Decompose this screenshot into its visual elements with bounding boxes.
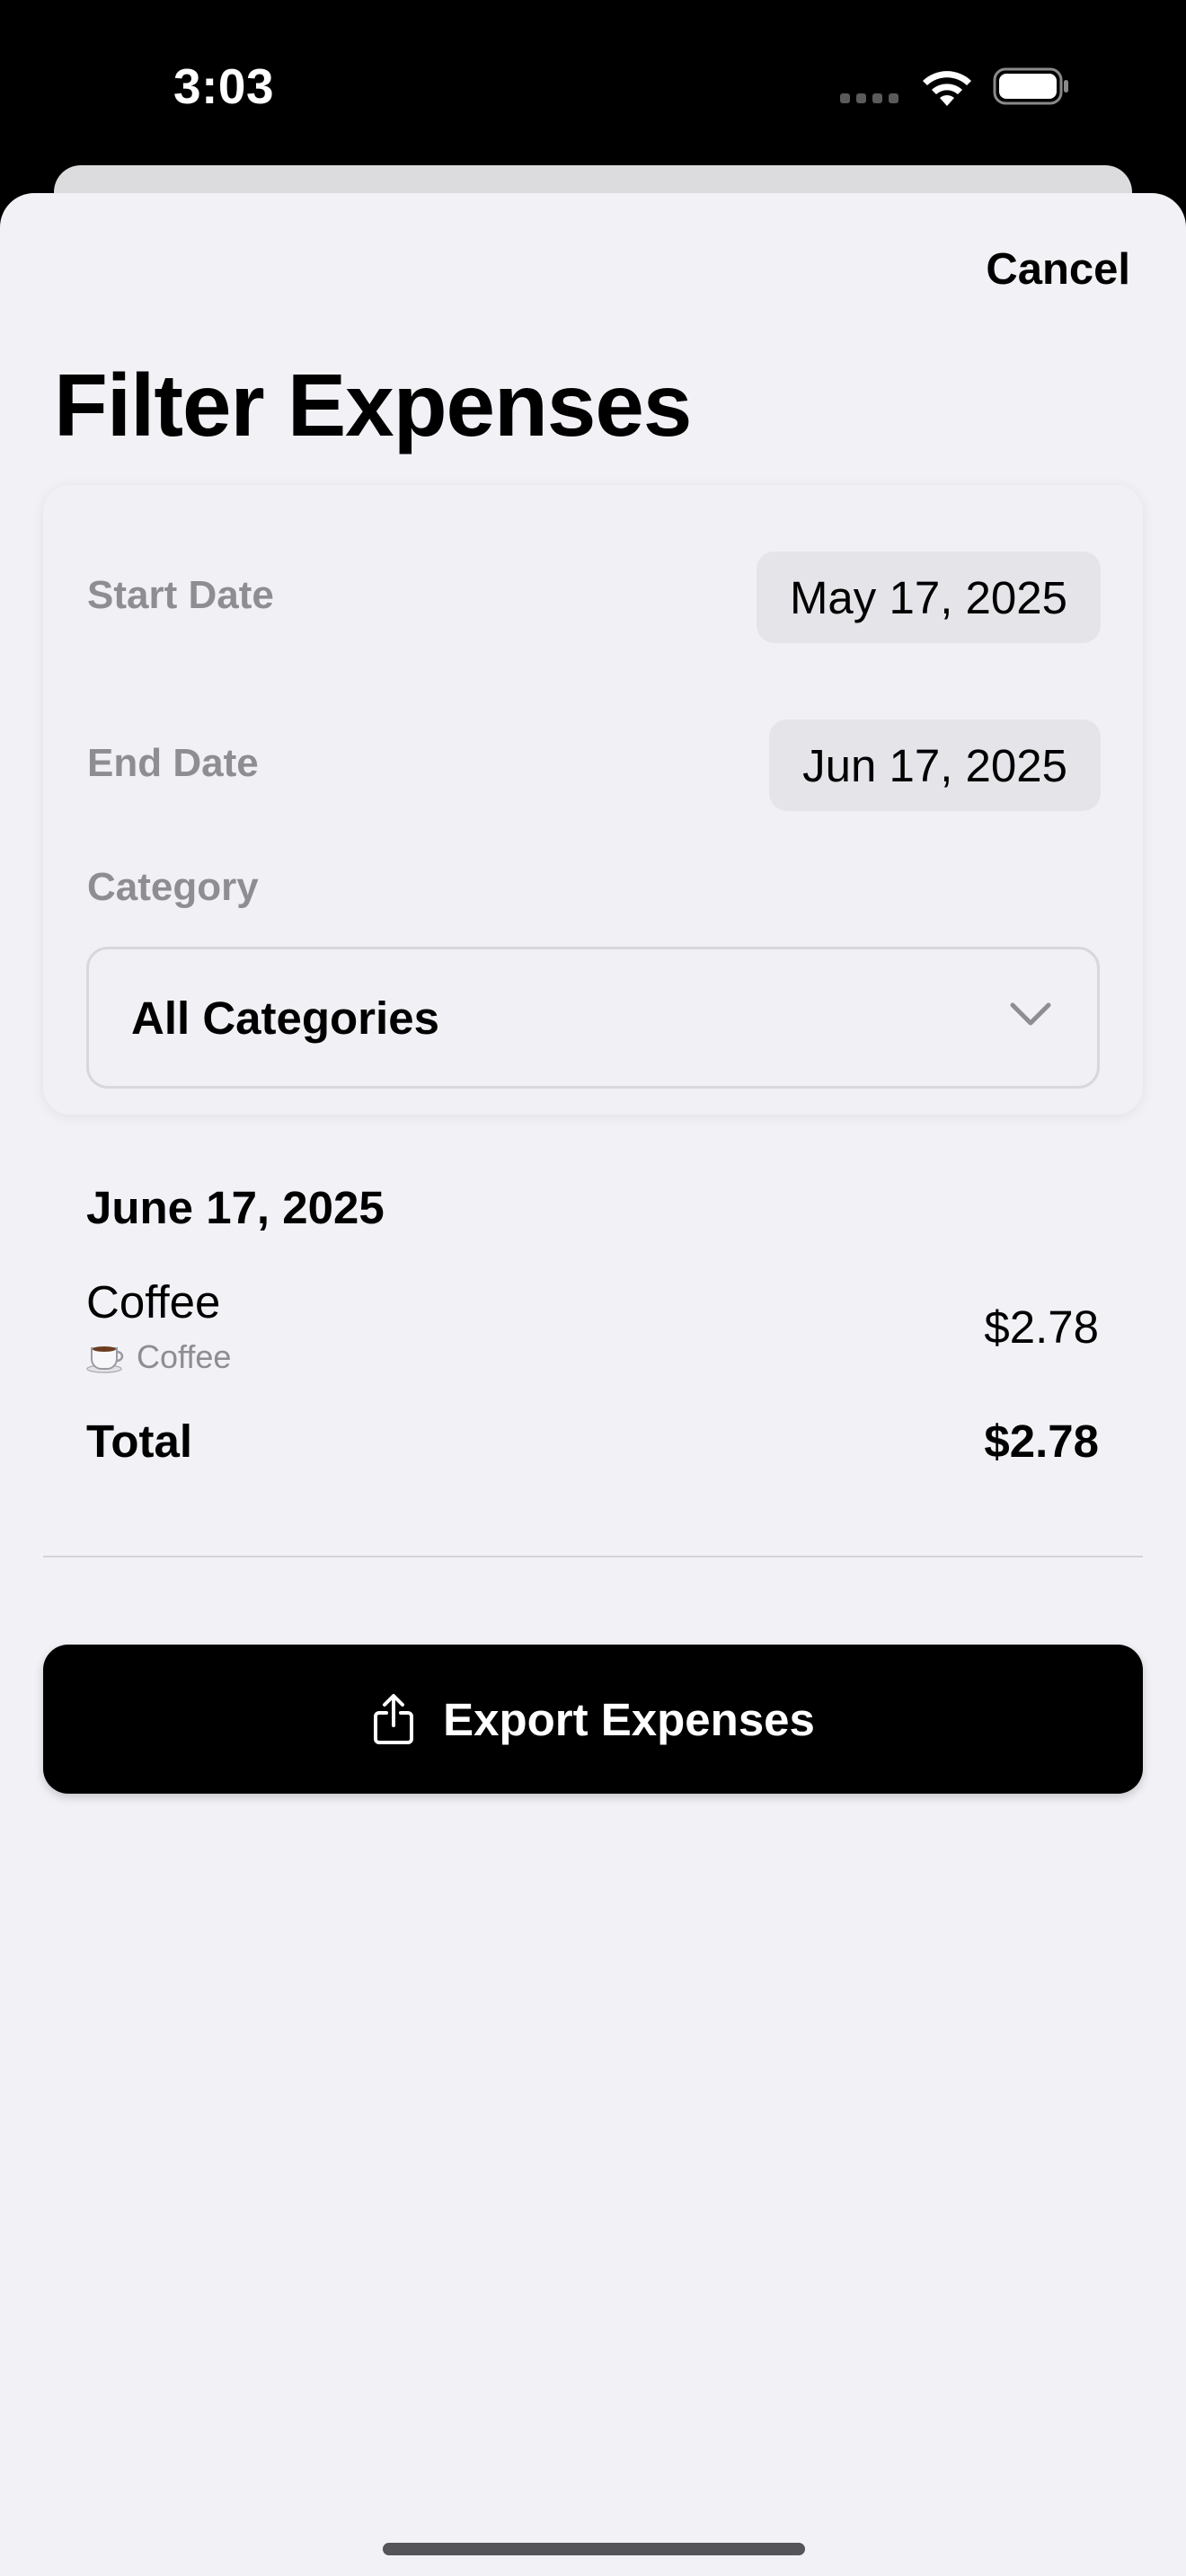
end-date-label: End Date bbox=[87, 741, 259, 785]
expense-amount: $2.78 bbox=[984, 1301, 1099, 1353]
battery-icon bbox=[993, 67, 1068, 105]
filter-expenses-sheet: Cancel Filter Expenses Start Date May 17… bbox=[0, 193, 1186, 2576]
expense-category-label: Coffee bbox=[137, 1338, 232, 1375]
page-title: Filter Expenses bbox=[54, 356, 692, 454]
divider bbox=[43, 1556, 1143, 1557]
total-value: $2.78 bbox=[984, 1416, 1099, 1467]
status-bar: 3:03 bbox=[0, 0, 1186, 171]
end-date-picker[interactable]: Jun 17, 2025 bbox=[769, 719, 1101, 811]
start-date-picker[interactable]: May 17, 2025 bbox=[756, 551, 1101, 643]
expense-name: Coffee bbox=[86, 1276, 221, 1328]
expense-row[interactable]: Coffee Coffee $2.78 bbox=[86, 1275, 1099, 1379]
total-label: Total bbox=[86, 1416, 193, 1467]
chevron-down-icon bbox=[1010, 1002, 1051, 1026]
status-time: 3:03 bbox=[173, 58, 275, 114]
filter-card: Start Date May 17, 2025 End Date Jun 17,… bbox=[43, 485, 1143, 1115]
wifi-icon bbox=[923, 71, 971, 106]
category-selected-value: All Categories bbox=[131, 992, 439, 1044]
category-label: Category bbox=[87, 865, 259, 909]
share-icon bbox=[374, 1694, 414, 1744]
cellular-signal-icon bbox=[840, 93, 898, 103]
export-expenses-button[interactable]: Export Expenses bbox=[43, 1645, 1143, 1794]
coffee-cup-icon bbox=[86, 1346, 124, 1373]
cancel-button[interactable]: Cancel bbox=[986, 244, 1130, 295]
category-dropdown[interactable]: All Categories bbox=[86, 947, 1100, 1089]
export-button-label: Export Expenses bbox=[443, 1693, 815, 1745]
home-indicator[interactable] bbox=[383, 2543, 805, 2555]
start-date-label: Start Date bbox=[87, 573, 274, 617]
expense-category: Coffee bbox=[86, 1338, 231, 1376]
expense-group-date: June 17, 2025 bbox=[86, 1182, 385, 1233]
